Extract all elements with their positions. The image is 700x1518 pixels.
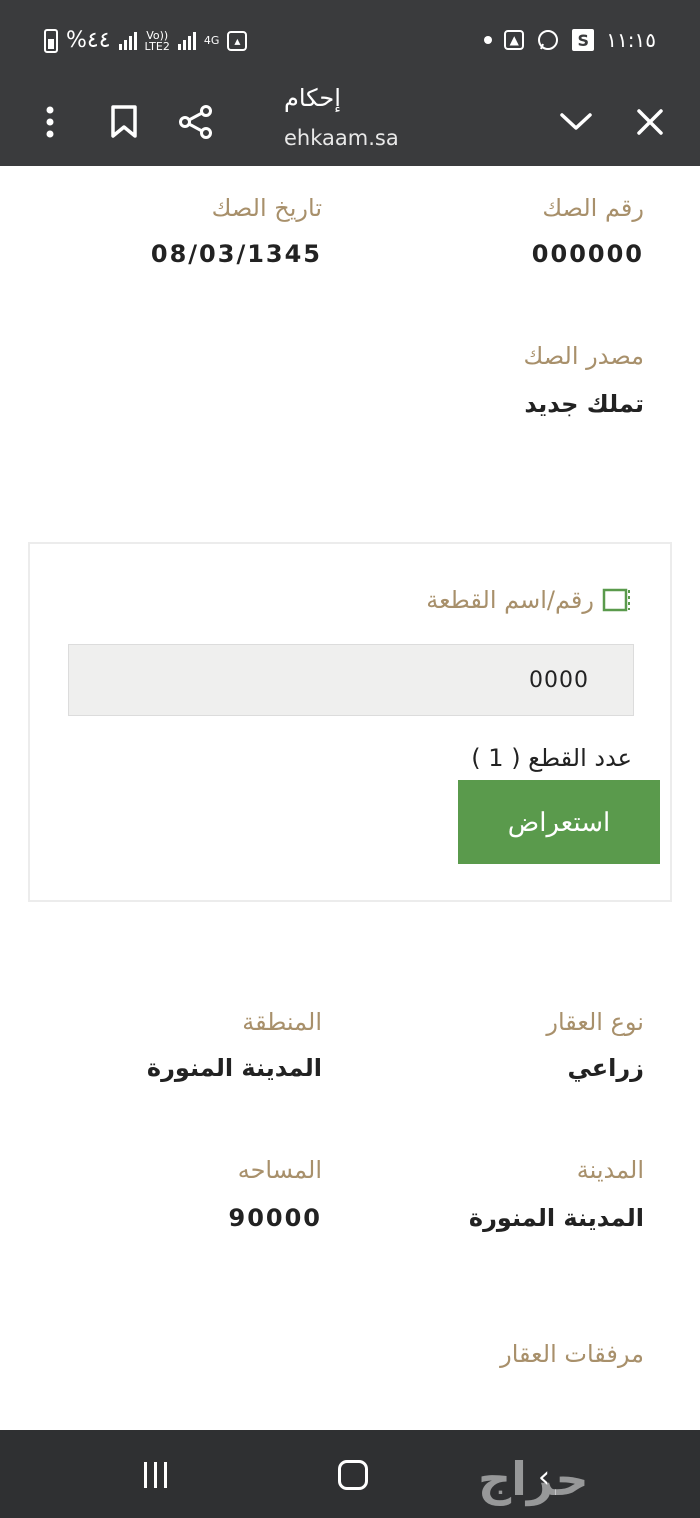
deed-source-value: تملك جديد [524, 390, 644, 418]
page-title: إحكام [284, 84, 341, 112]
home-icon[interactable] [338, 1460, 368, 1490]
city-value: المدينة المنورة [468, 1204, 644, 1232]
deed-number-label: رقم الصك [542, 194, 644, 222]
battery-percent: %٤٤ [66, 28, 111, 53]
signal-icon-2 [177, 31, 196, 50]
area-label: المساحه [237, 1156, 322, 1184]
volte-label: Vo)) LTE2 [144, 28, 170, 53]
plot-number-field[interactable]: 0000 [68, 644, 634, 716]
deed-number-value: 000000 [531, 240, 644, 268]
notification-icon: ▴ [227, 30, 248, 51]
battery-icon [44, 28, 58, 53]
status-left: %٤٤ Vo)) LTE2 4G ▴ [44, 28, 248, 53]
property-type-value: زراعي [567, 1054, 644, 1082]
attachments-label: مرفقات العقار [500, 1340, 644, 1368]
system-nav-bar: ‹ حراج [0, 1430, 700, 1518]
city-label: المدينة [576, 1156, 644, 1184]
deed-date-value: 08/03/1345 [150, 240, 322, 268]
deed-date-label: تاريخ الصك [211, 194, 322, 222]
browser-toolbar: إحكام ehkaam.sa [0, 82, 700, 166]
network-type: 4G [203, 34, 220, 47]
bookmark-icon[interactable] [96, 94, 152, 150]
share-icon[interactable] [168, 94, 224, 150]
status-bar: %٤٤ Vo)) LTE2 4G ▴ ▲ S ١١:١٥ [0, 0, 700, 82]
recent-apps-icon[interactable] [144, 1462, 167, 1488]
gallery-icon: ▲ [504, 30, 525, 50]
plot-label: رقم/اسم القطعة [426, 586, 594, 614]
view-button[interactable]: استعراض [458, 780, 660, 864]
clock: ١١:١٥ [606, 28, 656, 52]
signal-icon [118, 31, 137, 50]
region-value: المدينة المنورة [146, 1054, 322, 1082]
chevron-down-icon[interactable] [548, 94, 604, 150]
deed-source-label: مصدر الصك [523, 342, 644, 370]
close-icon[interactable] [622, 94, 678, 150]
plot-map-icon [602, 588, 630, 612]
region-label: المنطقة [242, 1008, 322, 1036]
notification-dot-icon [484, 36, 493, 44]
whatsapp-icon [538, 30, 559, 50]
plot-card: رقم/اسم القطعة 0000 عدد القطع ( 1 ) استع… [28, 542, 672, 902]
more-options-icon[interactable] [22, 94, 78, 150]
property-type-label: نوع العقار [546, 1008, 644, 1036]
page-url[interactable]: ehkaam.sa [284, 126, 399, 150]
plot-label-row: رقم/اسم القطعة [426, 586, 632, 614]
watermark-logo: حراج [478, 1452, 591, 1506]
s-app-icon: S [572, 29, 595, 51]
area-value: 90000 [228, 1204, 322, 1232]
plot-count: عدد القطع ( 1 ) [471, 744, 632, 772]
status-right: ▲ S ١١:١٥ [484, 28, 656, 52]
